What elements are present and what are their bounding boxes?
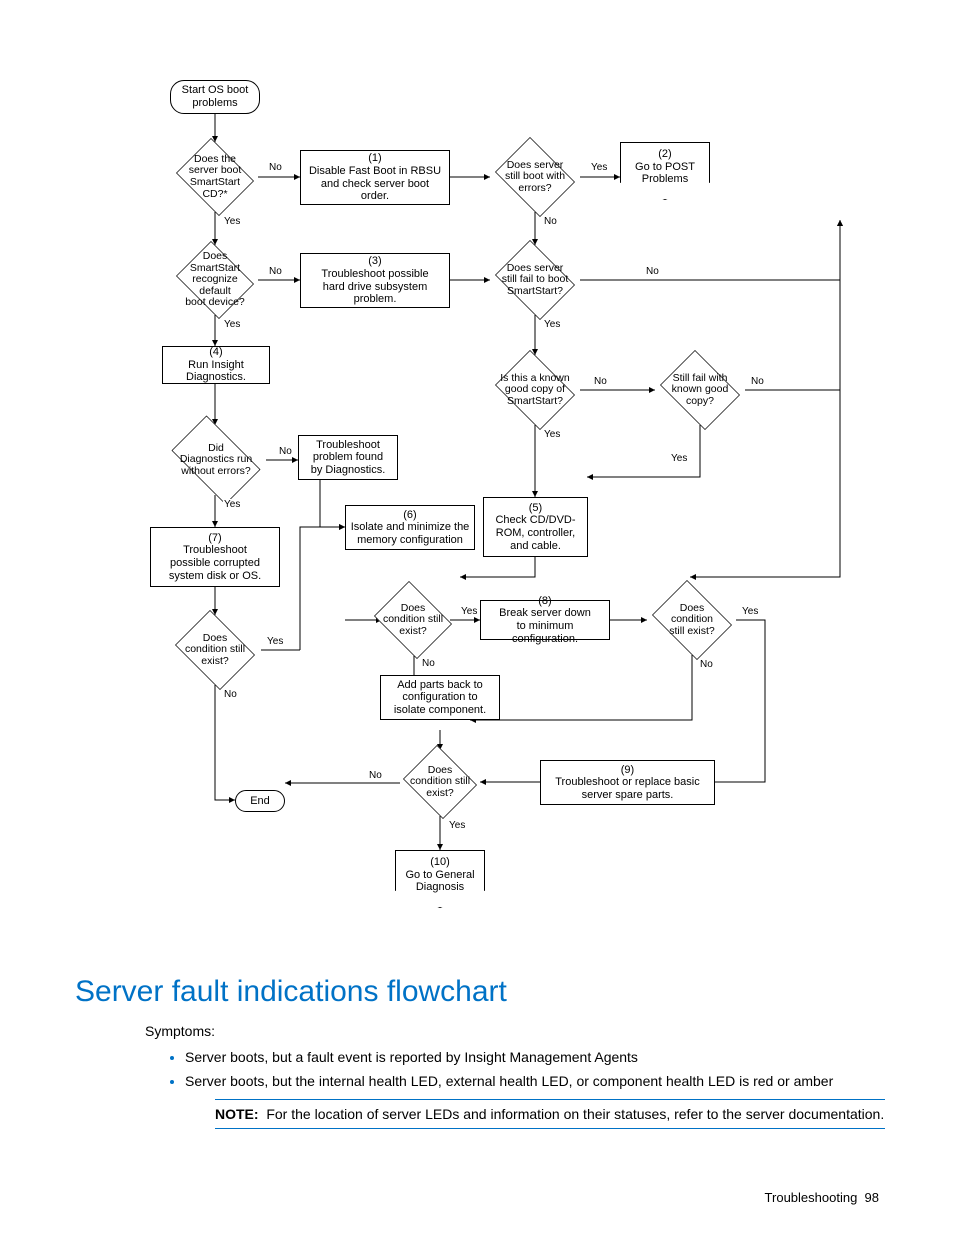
node-cond8: Doesconditionstill exist?	[647, 585, 737, 655]
label-yes: Yes	[460, 606, 478, 617]
node-p1: (1)Disable Fast Boot in RBSUand check se…	[300, 150, 450, 205]
symptom-list: Server boots, but a fault event is repor…	[75, 1049, 885, 1089]
label-yes: Yes	[543, 429, 561, 440]
label-no: No	[223, 689, 238, 700]
note-label: NOTE:	[215, 1106, 259, 1122]
label-no: No	[268, 266, 283, 277]
label-yes: Yes	[448, 820, 466, 831]
flowchart: Start OS bootproblems Does theserver boo…	[150, 80, 870, 962]
node-recdev: DoesSmartStartrecognize defaultboot devi…	[172, 245, 258, 315]
note-text: For the location of server LEDs and info…	[266, 1106, 884, 1122]
node-cond7: Doescondition stillexist?	[170, 615, 260, 685]
label-yes: Yes	[741, 606, 759, 617]
node-p5: (5)Check CD/DVD-ROM, controller,and cabl…	[483, 497, 588, 557]
label-no: No	[645, 266, 660, 277]
label-yes: Yes	[590, 162, 608, 173]
node-p8: (8)Break server downto minimum configura…	[480, 600, 610, 640]
note-block: NOTE: For the location of server LEDs an…	[215, 1099, 885, 1129]
node-errors: Does serverstill boot witherrors?	[490, 142, 580, 212]
label-no: No	[278, 446, 293, 457]
label-yes: Yes	[543, 319, 561, 330]
list-item: Server boots, but the internal health LE…	[185, 1073, 885, 1089]
node-p3: (3)Troubleshoot possiblehard drive subsy…	[300, 253, 450, 308]
node-cond6: Doescondition stillexist?	[370, 585, 456, 655]
node-start: Start OS bootproblems	[170, 80, 260, 114]
page-footer: Troubleshooting 98	[765, 1190, 879, 1205]
label-yes: Yes	[266, 636, 284, 647]
footer-section: Troubleshooting	[765, 1190, 858, 1205]
label-no: No	[368, 770, 383, 781]
section-heading: Server fault indications flowchart	[75, 975, 885, 1009]
node-p7: (7)Troubleshootpossible corruptedsystem …	[150, 527, 280, 587]
label-no: No	[421, 658, 436, 669]
label-yes: Yes	[223, 499, 241, 510]
label-no: No	[543, 216, 558, 227]
node-condfinal: Doescondition stillexist?	[400, 748, 480, 816]
node-p4: (4)Run InsightDiagnostics.	[162, 346, 270, 384]
node-o10: (10)Go to GeneralDiagnosis	[395, 850, 485, 908]
label-no: No	[593, 376, 608, 387]
node-boot-cd: Does theserver bootSmartStartCD?*	[172, 142, 258, 212]
footer-page: 98	[865, 1190, 879, 1205]
node-o2: (2)Go to POSTProblems	[620, 142, 710, 200]
node-stillfail: Still fail withknown goodcopy?	[655, 355, 745, 425]
label-yes: Yes	[223, 216, 241, 227]
node-addback: Add parts back toconfiguration toisolate…	[380, 675, 500, 720]
node-failboot: Does serverstill fail to bootSmartStart?	[490, 245, 580, 315]
node-p9: (9)Troubleshoot or replace basicserver s…	[540, 760, 715, 805]
list-item: Server boots, but a fault event is repor…	[185, 1049, 885, 1065]
page-content: Server fault indications flowchart Sympt…	[75, 975, 885, 1129]
node-p6: (6)Isolate and minimize thememory config…	[345, 505, 475, 550]
label-no: No	[699, 659, 714, 670]
label-no: No	[750, 376, 765, 387]
node-end: End	[235, 790, 285, 812]
label-yes: Yes	[223, 319, 241, 330]
node-diagfound: Troubleshootproblem foundby Diagnostics.	[298, 435, 398, 480]
node-known: Is this a knowngood copy ofSmartStart?	[490, 355, 580, 425]
label-yes: Yes	[670, 453, 688, 464]
node-diagerr: DidDiagnostics runwithout errors?	[162, 425, 270, 495]
symptoms-label: Symptoms:	[145, 1023, 885, 1039]
label-no: No	[268, 162, 283, 173]
